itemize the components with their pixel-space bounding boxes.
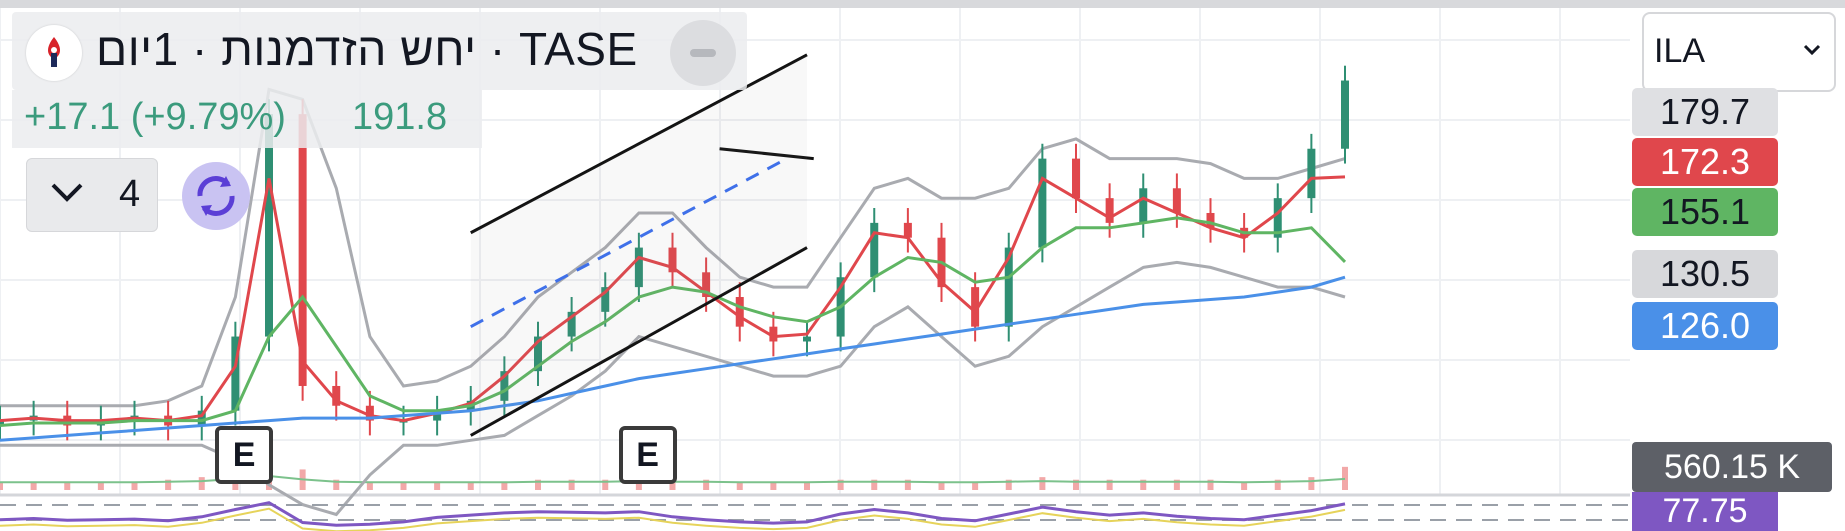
volume-bar [30, 482, 37, 490]
price-label-ma-slow: 126.0 [1632, 302, 1778, 350]
price-label-band-upper: 179.7 [1632, 88, 1778, 136]
volume-bar [501, 482, 508, 490]
logo-icon [26, 25, 82, 81]
indicator-count: 4 [119, 173, 141, 215]
earnings-event-marker[interactable]: E [215, 426, 274, 484]
volume-value-label: 560.15 K [1632, 442, 1832, 492]
volume-bar [804, 482, 810, 490]
candle-body [903, 222, 912, 238]
candle-body [1172, 188, 1181, 213]
candle-body [1038, 158, 1047, 248]
volume-bar [1241, 482, 1248, 490]
volume-bar [972, 482, 979, 490]
volume-bar [770, 482, 777, 490]
volume-bar [938, 482, 945, 490]
earnings-event-marker[interactable]: E [618, 426, 677, 484]
candle-body [1139, 188, 1148, 223]
volume-bar [736, 482, 743, 490]
collapse-minus-button[interactable] [670, 20, 736, 86]
volume-bar [198, 477, 205, 490]
volume-bar [467, 482, 474, 490]
volume-bar [1308, 477, 1315, 490]
price-label-band-lower: 130.5 [1632, 250, 1778, 298]
price-label-ma-mid: 155.1 [1632, 188, 1778, 236]
candle-body [1072, 158, 1080, 199]
volume-bar [1039, 477, 1046, 490]
refresh-icon [197, 176, 235, 216]
volume-bar [366, 482, 373, 490]
candle-body [1307, 148, 1316, 199]
last-price: 191.8 [352, 96, 448, 138]
symbol-select[interactable]: ILA [1642, 12, 1836, 92]
price-change: +17.1 (+9.79%) [24, 96, 286, 138]
rsi-pane [0, 501, 1630, 531]
symbol-value: ILA [1654, 32, 1706, 70]
candle-body [1341, 80, 1349, 149]
volume-bar [434, 482, 441, 490]
chevron-down-icon [1802, 40, 1822, 66]
refresh-button[interactable] [182, 162, 250, 230]
rsi-value-label: 77.75 [1632, 492, 1778, 531]
chevron-down-icon [49, 177, 85, 215]
volume-bar [64, 482, 71, 490]
price-label-ma-fast: 172.3 [1632, 138, 1778, 186]
volume-bar [97, 482, 104, 490]
volume-bar [131, 482, 138, 490]
candle-body [735, 297, 744, 327]
volume-bar [0, 482, 3, 490]
indicators-toggle-button[interactable]: 4 [26, 158, 158, 232]
page-title: יחש הזדמנות · 1יום · TASE [96, 23, 638, 75]
candle-body [803, 336, 811, 342]
volume-bar [400, 482, 407, 490]
top-border [0, 0, 1845, 8]
candle-body [870, 222, 879, 278]
